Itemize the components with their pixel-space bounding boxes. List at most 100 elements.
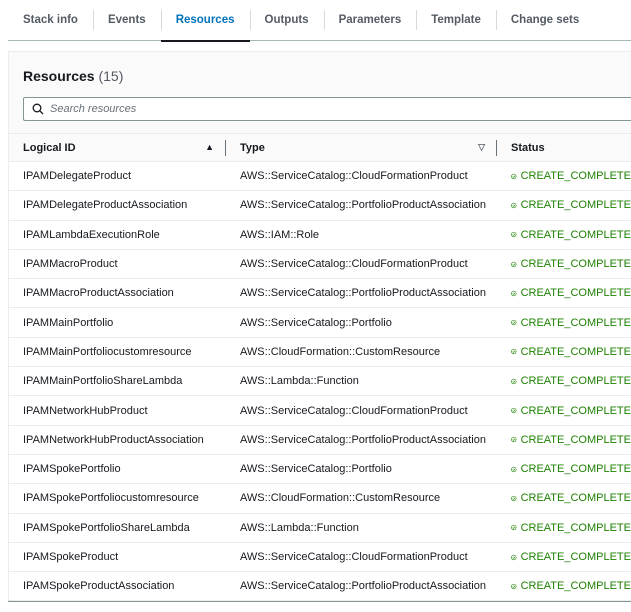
logical-id: IPAMSpokeProduct [9,542,226,573]
status-cell: CREATE_COMPLETE [497,483,631,514]
tab-outputs[interactable]: Outputs [249,0,324,41]
column-header-status[interactable]: Status [497,133,631,162]
status-badge: CREATE_COMPLETE [511,229,631,241]
table-row[interactable]: IPAMLambdaExecutionRole AWS::IAM::Role CRE… [9,220,631,250]
status-badge: CREATE_COMPLETE [511,492,631,504]
check-circle-icon [511,349,517,355]
check-circle-icon [511,378,517,384]
tab-change-sets[interactable]: Change sets [495,0,594,41]
status-text: CREATE_COMPLETE [520,404,631,417]
search-icon [32,103,44,115]
table-row[interactable]: IPAMMainPortfolioShareLambda AWS::Lambda:… [9,366,631,397]
table-row[interactable]: IPAMNetworkHubProductAssociation AWS::Ser… [9,425,631,455]
table-row[interactable]: IPAMMacroProduct AWS::ServiceCatalog::Clo… [9,249,631,280]
table-row[interactable]: IPAMSpokePortfolioShareLambda AWS::Lambda… [9,513,631,543]
resource-type: AWS::IAM::Role [226,220,497,250]
table-row[interactable]: IPAMMacroProductAssociation AWS::ServiceC… [9,278,631,309]
search-box[interactable] [23,97,631,121]
status-badge: CREATE_COMPLETE [511,522,631,534]
table-row[interactable]: IPAMDelegateProductAssociation AWS::Servi… [9,190,631,221]
resource-type: AWS::ServiceCatalog::CloudFormationProdu… [226,542,497,573]
status-text: CREATE_COMPLETE [520,492,631,505]
table-row[interactable]: IPAMNetworkHubProduct AWS::ServiceCatalog… [9,395,631,426]
check-circle-icon [511,290,517,296]
resource-type: AWS::ServiceCatalog::PortfolioProductAss… [226,278,497,309]
table-row[interactable]: IPAMDelegateProduct AWS::ServiceCatalog::… [9,161,631,192]
tab-stack-info[interactable]: Stack info [8,0,93,41]
table-row[interactable]: IPAMSpokePortfoliocustomresource AWS::Clo… [9,483,631,514]
check-circle-icon [511,261,517,267]
status-cell: CREATE_COMPLETE [497,425,631,455]
table-row[interactable]: IPAMSpokeProduct AWS::ServiceCatalog::Clo… [9,542,631,573]
tab-template[interactable]: Template [416,0,496,41]
column-header-type[interactable]: Type ▽ [226,133,497,162]
status-cell: CREATE_COMPLETE [497,249,631,280]
status-text: CREATE_COMPLETE [520,463,631,476]
status-cell: CREATE_COMPLETE [497,307,631,338]
logical-id: IPAMMainPortfolio [9,307,226,338]
resource-type: AWS::ServiceCatalog::Portfolio [226,454,497,485]
status-badge: CREATE_COMPLETE [511,170,631,182]
logical-id: IPAMSpokeProductAssociation [9,571,226,602]
check-circle-icon [511,173,517,179]
status-badge: CREATE_COMPLETE [511,317,631,329]
status-cell: CREATE_COMPLETE [497,337,631,368]
check-circle-icon [511,466,517,472]
sort-icon[interactable]: ▽ [478,142,485,153]
column-header-logical-id[interactable]: Logical ID ▲ [9,133,226,162]
status-cell: CREATE_COMPLETE [497,395,631,426]
status-badge: CREATE_COMPLETE [511,375,631,387]
status-cell: CREATE_COMPLETE [497,366,631,397]
logical-id: IPAMSpokePortfolioShareLambda [9,513,226,543]
resource-count: (15) [98,68,124,84]
status-cell: CREATE_COMPLETE [497,571,631,602]
resource-type: AWS::Lambda::Function [226,513,497,543]
logical-id: IPAMLambdaExecutionRole [9,220,226,250]
status-text: CREATE_COMPLETE [520,199,631,212]
resource-type: AWS::CloudFormation::CustomResource [226,337,497,368]
status-text: CREATE_COMPLETE [520,551,631,563]
tab-bar: Stack info Events Resources Outputs Paramete… [8,0,631,42]
logical-id: IPAMSpokePortfoliocustomresource [9,483,226,514]
logical-id: IPAMDelegateProduct [9,161,226,192]
status-text: CREATE_COMPLETE [520,170,631,183]
tab-events[interactable]: Events [92,0,161,41]
logical-id: IPAMNetworkHubProduct [9,395,226,426]
resource-type: AWS::ServiceCatalog::PortfolioProductAss… [226,190,497,221]
status-text: CREATE_COMPLETE [520,375,631,388]
table-row[interactable]: IPAMMainPortfoliocustomresource AWS::Clou… [9,337,631,368]
resource-type: AWS::ServiceCatalog::CloudFormationProdu… [226,161,497,192]
status-badge: CREATE_COMPLETE [511,287,631,299]
check-circle-icon [511,407,517,414]
status-badge: CREATE_COMPLETE [511,580,631,592]
search-input[interactable] [50,103,550,115]
resource-type: AWS::ServiceCatalog::Portfolio [226,307,497,338]
resources-panel: Resources (15) Logical ID▲ Type▽ Status … [8,51,631,602]
check-circle-icon [511,202,517,209]
table-row[interactable]: IPAMSpokeProductAssociation AWS::ServiceC… [9,571,631,602]
table-row[interactable]: IPAMSpokePortfolio AWS::ServiceCatalog::P… [9,454,631,485]
resource-type: AWS::ServiceCatalog::CloudFormationProdu… [226,395,497,426]
status-cell: CREATE_COMPLETE [497,220,631,250]
tab-resources[interactable]: Resources [160,0,250,42]
table-row[interactable]: IPAMMainPortfolio AWS::ServiceCatalog::Po… [9,307,631,338]
resource-type: AWS::CloudFormation::CustomResource [226,483,497,514]
status-badge: CREATE_COMPLETE [511,346,631,358]
status-cell: CREATE_COMPLETE [497,161,631,192]
status-cell: CREATE_COMPLETE [497,542,631,573]
tab-parameters[interactable]: Parameters [323,0,417,41]
logical-id: IPAMDelegateProductAssociation [9,190,226,221]
status-text: CREATE_COMPLETE [520,258,631,271]
status-text: CREATE_COMPLETE [520,580,631,593]
status-cell: CREATE_COMPLETE [497,278,631,309]
check-circle-icon [511,437,517,443]
status-text: CREATE_COMPLETE [520,287,631,300]
status-badge: CREATE_COMPLETE [511,463,631,475]
check-circle-icon [511,525,517,531]
sort-ascending-icon[interactable]: ▲ [205,142,214,152]
status-text: CREATE_COMPLETE [520,345,631,358]
resource-type: AWS::Lambda::Function [226,366,497,397]
status-cell: CREATE_COMPLETE [497,454,631,485]
status-text: CREATE_COMPLETE [520,433,631,446]
check-circle-icon [511,554,517,560]
